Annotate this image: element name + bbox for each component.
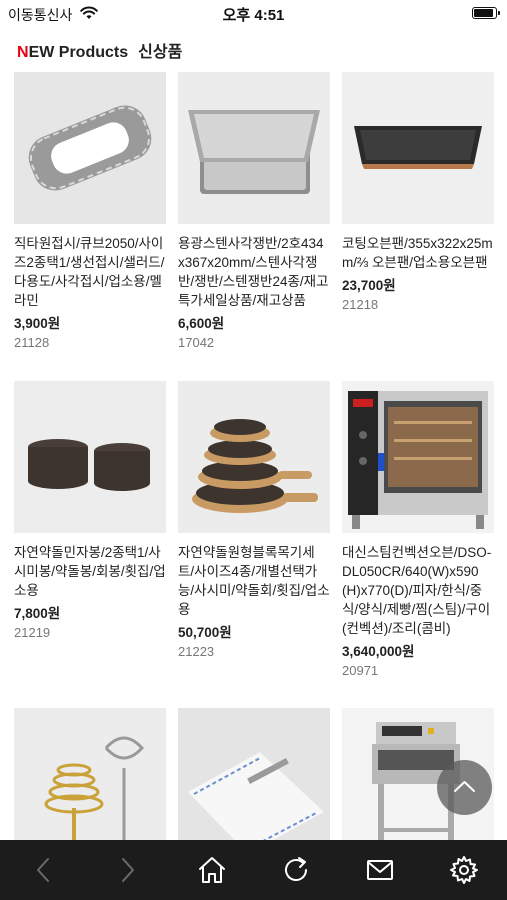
product-name[interactable]: 용광스텐사각쟁반/2호434x367x20mm/스텐사각쟁반/쟁반/스텐쟁반24…: [178, 234, 330, 310]
title-accent: N: [17, 44, 29, 61]
product-card[interactable]: [178, 708, 330, 840]
forward-button[interactable]: [111, 854, 143, 886]
product-card[interactable]: 자연약돌민자봉/2종택1/사시미봉/약돌봉/회봉/횟집/업소용 7,800원 2…: [14, 381, 166, 641]
chevron-left-icon: [37, 858, 49, 882]
steel-tray-icon: [178, 72, 330, 224]
product-card[interactable]: 자연약돌원형블록목기세트/사이즈4종/개별선택가능/사시미/약돌회/횟집/업소용…: [178, 381, 330, 660]
product-card[interactable]: 대신스팀컨벡션오븐/DSO-DL050CR/640(W)x590(H)x770(…: [342, 381, 494, 679]
bottom-toolbar: [0, 840, 507, 900]
status-bar: 이동통신사 오후 4:51: [0, 0, 507, 28]
product-price: 23,700원: [342, 278, 396, 293]
product-name[interactable]: 직타원접시/큐브2050/사이즈2종택1/생선접시/샐러드/다용도/사각접시/업…: [14, 234, 166, 310]
battery-level: [474, 9, 494, 17]
settings-button[interactable]: [448, 854, 480, 886]
product-card[interactable]: 코팅오븐팬/355x322x25mm/⅔ 오븐팬/업소용오븐팬 23,700원 …: [342, 72, 494, 313]
mail-icon: [367, 860, 393, 880]
product-image[interactable]: [14, 72, 166, 224]
wooden-board-set-icon: [178, 381, 330, 533]
home-icon: [199, 857, 225, 883]
product-name[interactable]: 자연약돌원형블록목기세트/사이즈4종/개별선택가능/사시미/약돌회/횟집/업소용: [178, 543, 330, 619]
clock: 오후 4:51: [222, 7, 285, 24]
battery-icon: [472, 7, 500, 19]
product-image[interactable]: [342, 381, 494, 533]
refresh-button[interactable]: [280, 854, 312, 886]
product-grid: 직타원접시/큐브2050/사이즈2종택1/생선접시/샐러드/다용도/사각접시/업…: [14, 72, 494, 840]
product-code: 21128: [14, 335, 50, 350]
product-code: 21219: [14, 625, 51, 640]
product-card[interactable]: 직타원접시/큐브2050/사이즈2종택1/생선접시/샐러드/다용도/사각접시/업…: [14, 72, 166, 351]
product-code: 20971: [342, 663, 379, 678]
product-image[interactable]: [178, 708, 330, 840]
section-title: NEW Products 신상품: [17, 38, 182, 64]
title-rest: EW Products: [28, 44, 129, 61]
mail-button[interactable]: [364, 854, 396, 886]
product-name[interactable]: 대신스팀컨벡션오븐/DSO-DL050CR/640(W)x590(H)x770(…: [342, 543, 494, 638]
home-button[interactable]: [196, 854, 228, 886]
product-card[interactable]: 용광스텐사각쟁반/2호434x367x20mm/스텐사각쟁반/쟁반/스텐쟁반24…: [178, 72, 330, 351]
product-image[interactable]: [14, 381, 166, 533]
product-price: 3,640,000원: [342, 644, 415, 659]
refresh-icon: [285, 857, 307, 881]
product-price: 3,900원: [14, 316, 61, 331]
scroll-top-button[interactable]: [437, 760, 492, 815]
gear-icon: [450, 856, 478, 884]
product-code: 21223: [178, 644, 215, 659]
product-image[interactable]: [178, 72, 330, 224]
product-code: 21218: [342, 297, 379, 312]
product-image[interactable]: [178, 381, 330, 533]
product-price: 7,800원: [14, 606, 61, 621]
product-card[interactable]: [14, 708, 166, 840]
product-image[interactable]: [342, 72, 494, 224]
convection-oven-icon: [342, 381, 494, 533]
stone-block-icon: [14, 381, 166, 533]
product-price: 6,600원: [178, 316, 225, 331]
spiral-stand-icon: [14, 708, 166, 840]
product-image[interactable]: [14, 708, 166, 840]
foil-sheet-icon: [178, 708, 330, 840]
chevron-right-icon: [122, 858, 134, 882]
product-name[interactable]: 자연약돌민자봉/2종택1/사시미봉/약돌봉/회봉/횟집/업소용: [14, 543, 166, 600]
oval-plate-icon: [14, 72, 166, 224]
chevron-up-icon: [454, 781, 475, 792]
back-button[interactable]: [28, 854, 60, 886]
product-code: 17042: [178, 335, 215, 350]
product-name[interactable]: 코팅오븐팬/355x322x25mm/⅔ 오븐팬/업소용오븐팬: [342, 234, 494, 272]
title-korean: 신상품: [138, 44, 183, 61]
product-price: 50,700원: [178, 625, 232, 640]
oven-pan-icon: [342, 72, 494, 224]
